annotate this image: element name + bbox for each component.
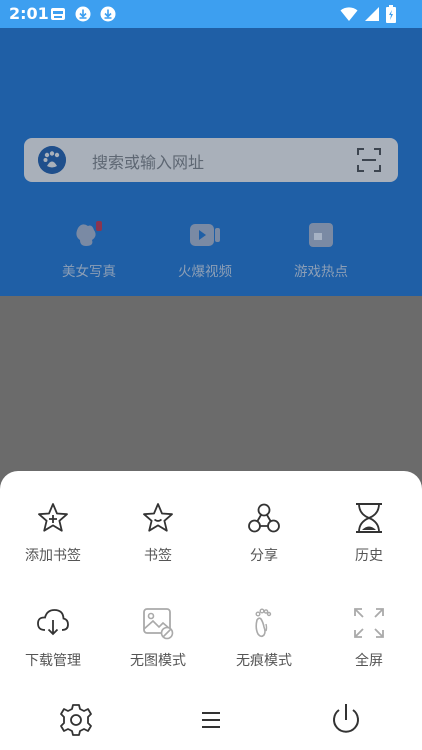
download-notification-icon <box>75 6 91 22</box>
wifi-icon <box>340 7 358 21</box>
status-bar: 2:01 <box>0 0 422 28</box>
quick-link-label: 火爆视频 <box>178 264 232 280</box>
app-notification-icon <box>51 8 65 20</box>
quick-link-label: 游戏热点 <box>294 264 348 280</box>
no-image-mode-button[interactable]: 无图模式 <box>105 606 211 670</box>
history-button[interactable]: 历史 <box>316 501 422 565</box>
quick-link-label: 美女写真 <box>62 264 116 280</box>
game-news-icon <box>309 223 333 247</box>
share-button[interactable]: 分享 <box>211 501 317 565</box>
menu-hamburger-icon[interactable] <box>191 702 231 738</box>
fullscreen-icon <box>354 608 384 638</box>
browser-home-header: 搜索或输入网址 美女写真 火爆视频 游戏热点 <box>0 28 422 296</box>
menu-label: 无痕模式 <box>236 653 292 669</box>
quick-link-beauty[interactable]: 美女写真 <box>44 220 134 280</box>
download-notification-icon-2 <box>100 6 116 22</box>
menu-label: 无图模式 <box>130 653 186 669</box>
menu-label: 下载管理 <box>25 653 81 669</box>
menu-label: 全屏 <box>355 653 383 669</box>
download-manager-button[interactable]: 下载管理 <box>0 606 106 670</box>
hourglass-icon <box>356 503 382 533</box>
scan-icon[interactable] <box>356 147 382 173</box>
photo-album-icon <box>76 221 102 246</box>
cloud-download-icon <box>37 609 69 636</box>
browser-menu-sheet: 添加书签 书签 分享 历史 下载管理 无图模式 无痕模式 全屏 <box>0 471 422 750</box>
add-bookmark-button[interactable]: 添加书签 <box>0 501 106 565</box>
star-icon <box>143 503 173 532</box>
fullscreen-button[interactable]: 全屏 <box>316 606 422 670</box>
menu-label: 分享 <box>250 548 278 564</box>
star-plus-icon <box>38 503 68 532</box>
menu-label: 书签 <box>144 548 172 564</box>
quick-link-games[interactable]: 游戏热点 <box>276 220 366 280</box>
search-placeholder: 搜索或输入网址 <box>92 153 205 172</box>
menu-label: 历史 <box>355 548 383 564</box>
video-icon <box>190 224 220 246</box>
share-icon <box>248 503 280 533</box>
search-bar[interactable]: 搜索或输入网址 <box>24 138 398 182</box>
baidu-paw-icon <box>38 146 66 174</box>
no-image-icon <box>143 608 174 640</box>
bookmarks-button[interactable]: 书签 <box>105 501 211 565</box>
battery-icon <box>386 5 396 23</box>
quick-link-video[interactable]: 火爆视频 <box>160 220 250 280</box>
menu-label: 添加书签 <box>25 548 81 564</box>
signal-icon <box>365 7 379 21</box>
settings-gear-icon[interactable] <box>56 702 96 738</box>
status-time: 2:01 <box>9 4 49 23</box>
incognito-mode-button[interactable]: 无痕模式 <box>211 606 317 670</box>
footprint-icon <box>255 608 272 638</box>
power-exit-icon[interactable] <box>326 702 366 738</box>
